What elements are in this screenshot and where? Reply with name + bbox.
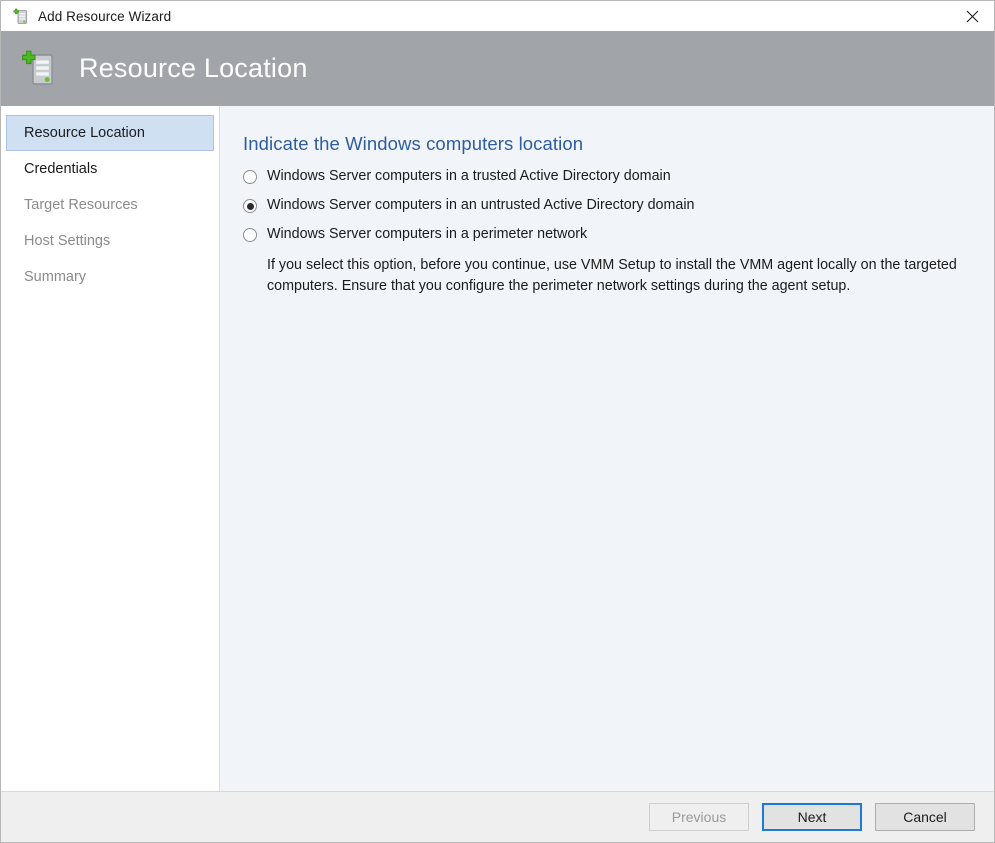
sidebar-item-label: Target Resources bbox=[24, 197, 138, 213]
sidebar-item-resource-location[interactable]: Resource Location bbox=[6, 115, 214, 151]
page-header: Resource Location bbox=[1, 31, 994, 106]
perimeter-network-hint: If you select this option, before you co… bbox=[267, 255, 994, 297]
sidebar-item-label: Credentials bbox=[24, 161, 97, 177]
radio-button-icon bbox=[243, 228, 257, 242]
radio-button-icon bbox=[243, 170, 257, 184]
cancel-button[interactable]: Cancel bbox=[875, 803, 975, 831]
previous-button: Previous bbox=[649, 803, 749, 831]
radio-option-untrusted-domain[interactable]: Windows Server computers in an untrusted… bbox=[243, 197, 994, 214]
add-server-icon bbox=[19, 49, 59, 89]
radio-button-selected-icon bbox=[243, 199, 257, 213]
radio-option-label: Windows Server computers in a perimeter … bbox=[267, 226, 587, 243]
sidebar-item-label: Host Settings bbox=[24, 233, 110, 249]
title-bar: Add Resource Wizard bbox=[1, 1, 994, 31]
radio-option-trusted-domain[interactable]: Windows Server computers in a trusted Ac… bbox=[243, 168, 994, 185]
content-heading: Indicate the Windows computers location bbox=[243, 133, 994, 155]
content-panel: Indicate the Windows computers location … bbox=[220, 106, 994, 791]
dialog-footer: Previous Next Cancel bbox=[1, 791, 994, 842]
radio-option-label: Windows Server computers in a trusted Ac… bbox=[267, 168, 671, 185]
sidebar-item-credentials[interactable]: Credentials bbox=[6, 151, 214, 187]
close-icon[interactable] bbox=[950, 1, 994, 31]
wizard-steps-sidebar: Resource Location Credentials Target Res… bbox=[1, 106, 220, 791]
dialog-body: Resource Location Credentials Target Res… bbox=[1, 106, 994, 791]
window-title: Add Resource Wizard bbox=[38, 9, 171, 24]
page-title: Resource Location bbox=[79, 53, 308, 84]
radio-option-label: Windows Server computers in an untrusted… bbox=[267, 197, 695, 214]
sidebar-item-host-settings: Host Settings bbox=[6, 223, 214, 259]
add-resource-wizard-dialog: Add Resource Wizard Resource Location R bbox=[0, 0, 995, 843]
radio-option-perimeter-network[interactable]: Windows Server computers in a perimeter … bbox=[243, 226, 994, 243]
sidebar-item-summary: Summary bbox=[6, 259, 214, 295]
add-server-icon bbox=[12, 8, 29, 25]
sidebar-item-target-resources: Target Resources bbox=[6, 187, 214, 223]
sidebar-item-label: Resource Location bbox=[24, 125, 145, 141]
next-button[interactable]: Next bbox=[762, 803, 862, 831]
sidebar-item-label: Summary bbox=[24, 269, 86, 285]
